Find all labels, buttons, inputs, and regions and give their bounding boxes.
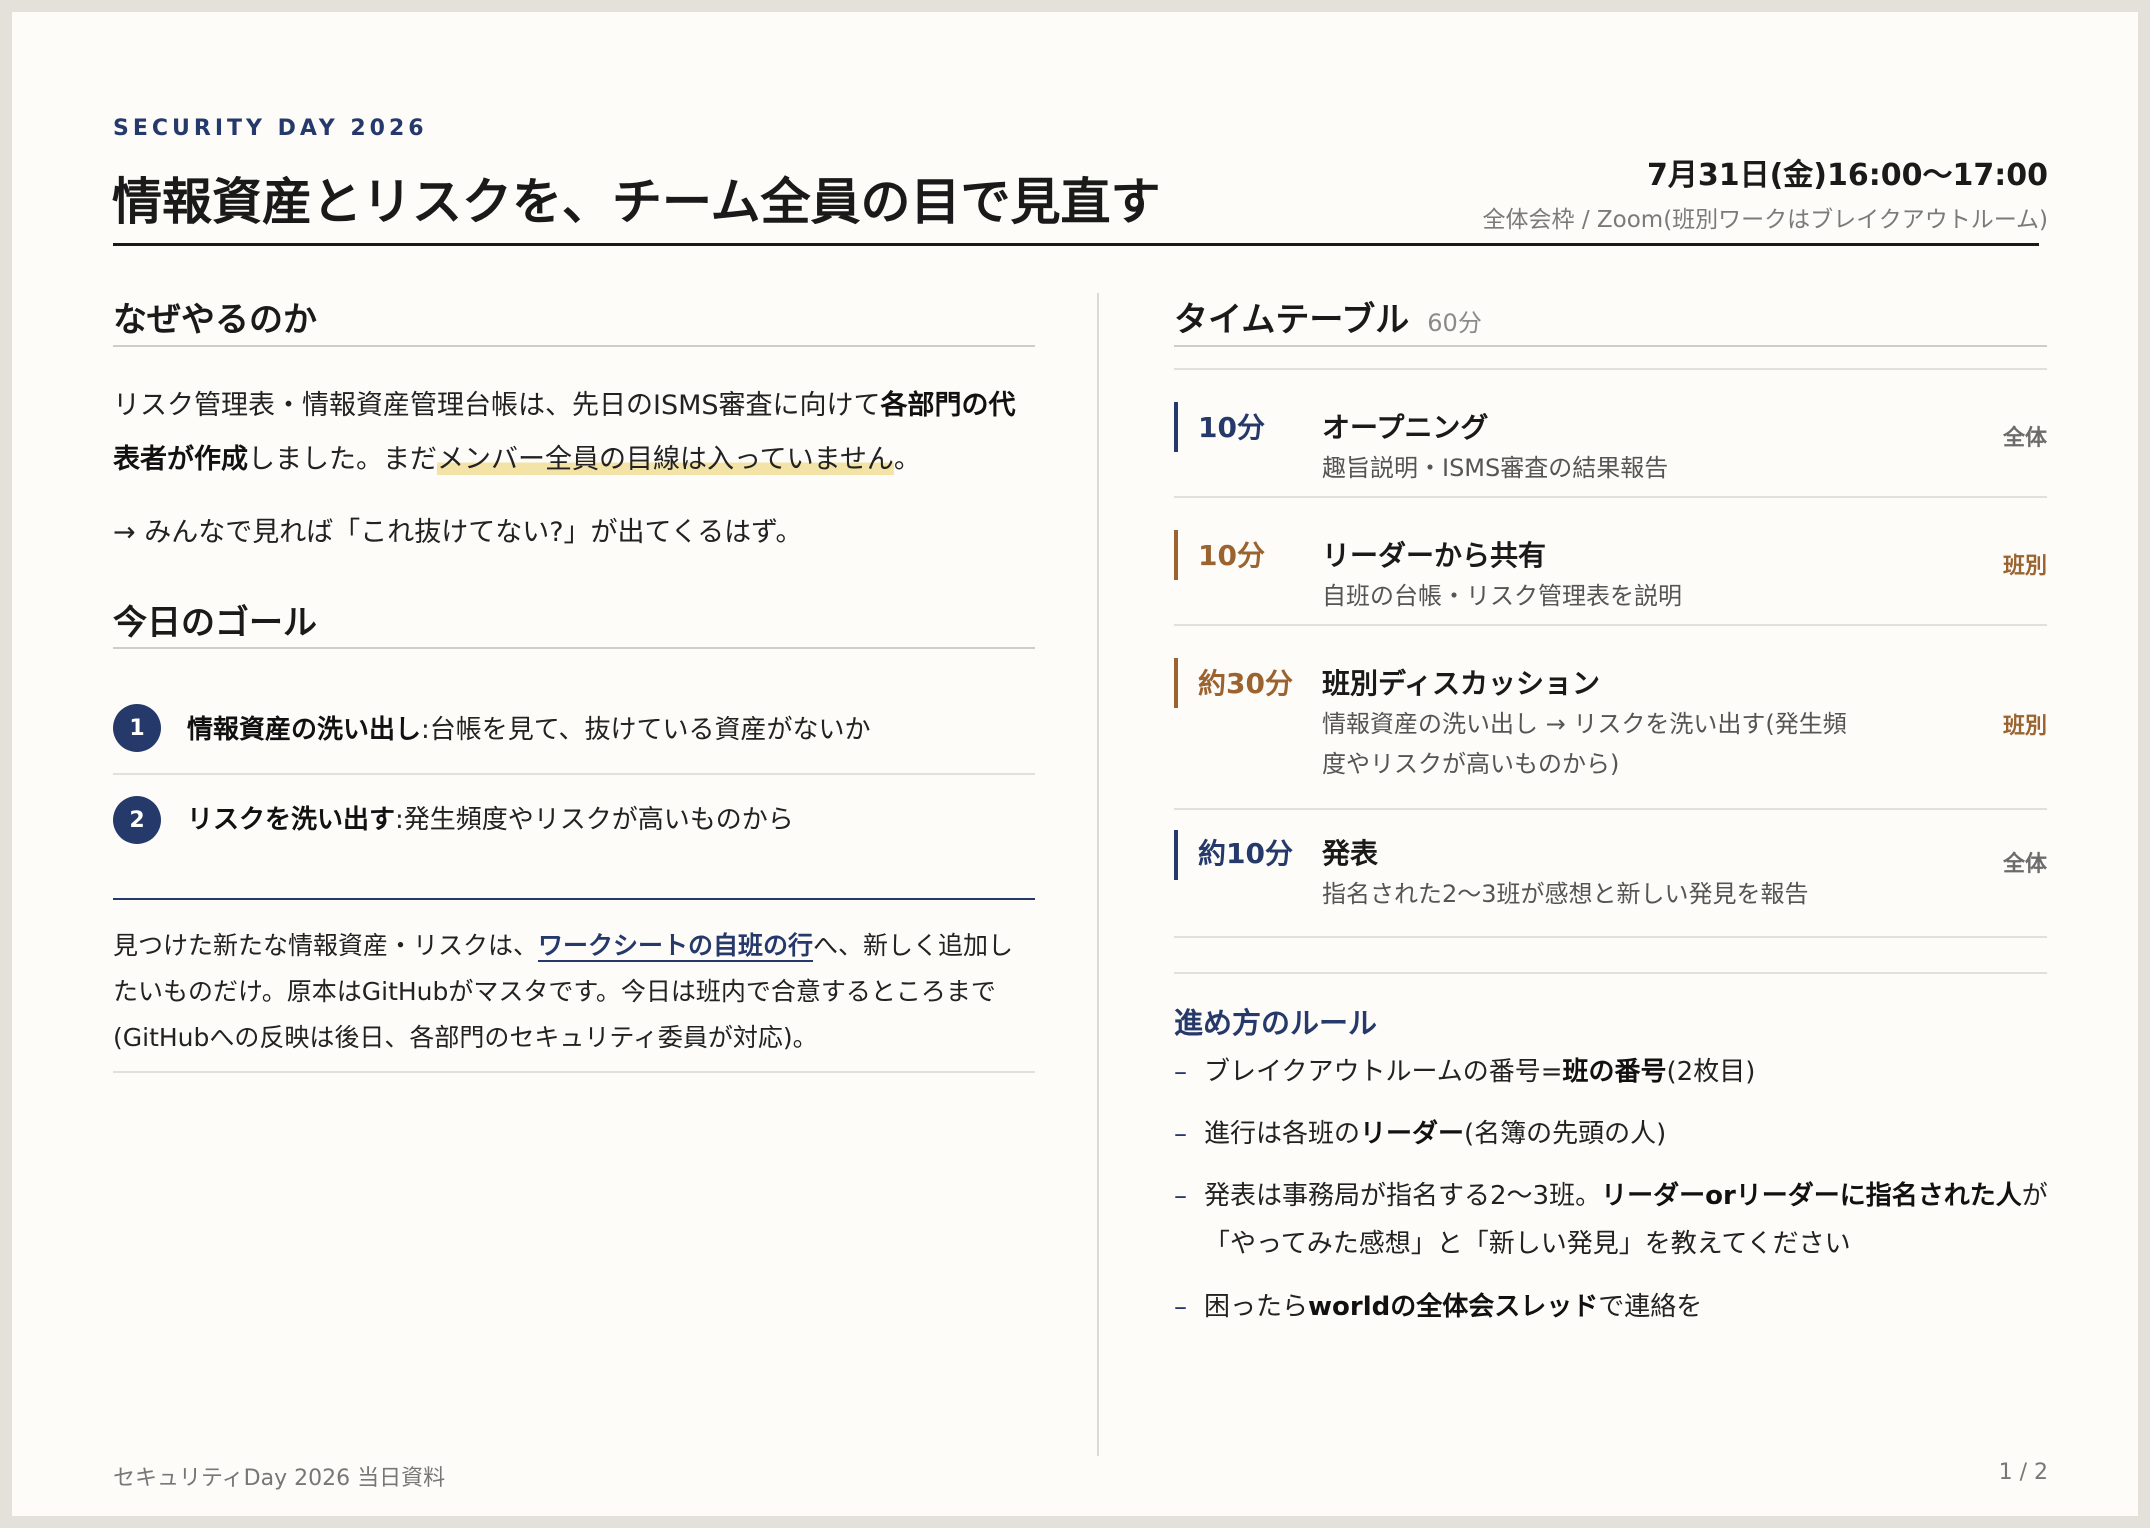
rules-top-rule bbox=[1174, 972, 2047, 974]
goal-item-detail: :台帳を見て、抜けている資産がないか bbox=[421, 715, 871, 745]
event-venue: 全体会枠 / Zoom(班別ワークはブレイクアウトルーム) bbox=[1482, 207, 2048, 233]
row-title: オープニング bbox=[1322, 411, 1489, 444]
timetable-heading: タイムテーブル 60分 bbox=[1174, 292, 1482, 341]
rule-text-a: 進行は各班の bbox=[1204, 1119, 1361, 1149]
column-divider bbox=[1097, 293, 1099, 1456]
why-text-highlight: メンバー全員の目線は入っていません bbox=[437, 444, 894, 475]
goal-item-title: リスクを洗い出す bbox=[187, 805, 396, 835]
row-description: 自班の台帳・リスク管理表を説明 bbox=[1322, 582, 1682, 610]
timetable-heading-rule bbox=[1174, 345, 2047, 347]
why-heading: なぜやるのか bbox=[113, 300, 317, 340]
note-top-rule bbox=[113, 898, 1035, 900]
goal-item-title: 情報資産の洗い出し bbox=[187, 715, 422, 745]
dash-icon: – bbox=[1174, 1119, 1187, 1149]
row-accent-bar bbox=[1174, 830, 1178, 880]
rule-text-bold: リーダー bbox=[1360, 1119, 1465, 1149]
footer-document-title: セキュリティDay 2026 当日資料 bbox=[113, 1466, 446, 1491]
row-duration: 10分 bbox=[1198, 411, 1265, 444]
event-datetime: 7月31日(金)16:00〜17:00 bbox=[1646, 158, 2048, 193]
row-duration: 約30分 bbox=[1198, 667, 1293, 700]
rule-item: – 発表は事務局が指名する2〜3班。リーダーorリーダーに指名された人が「やって… bbox=[1174, 1172, 2054, 1268]
dash-icon: – bbox=[1174, 1292, 1187, 1322]
why-paragraph: リスク管理表・情報資産管理台帳は、先日のISMS審査に向けて各部門の代表者が作成… bbox=[113, 379, 1035, 487]
dash-icon: – bbox=[1174, 1057, 1187, 1087]
timetable-title: タイムテーブル bbox=[1174, 300, 1410, 340]
worksheet-note: 見つけた新たな情報資産・リスクは、ワークシートの自班の行へ、新しく追加したいもの… bbox=[113, 923, 1035, 1061]
timetable-row: 約10分 発表 指名された2〜3班が感想と新しい発見を報告 全体 bbox=[1174, 808, 2047, 936]
rule-item: – 困ったらworldの全体会スレッドで連絡を bbox=[1174, 1283, 2054, 1331]
note-bottom-rule bbox=[113, 1071, 1035, 1073]
goals-heading: 今日のゴール bbox=[113, 603, 317, 643]
rule-item: – ブレイクアウトルームの番号=班の番号(2枚目) bbox=[1174, 1048, 2054, 1096]
row-accent-bar bbox=[1174, 658, 1178, 708]
goal-number-badge: 2 bbox=[113, 796, 161, 844]
rule-text-bold: リーダーorリーダーに指名された人 bbox=[1601, 1181, 2022, 1211]
note-text-a: 見つけた新たな情報資産・リスクは、 bbox=[113, 931, 539, 960]
page-title: 情報資産とリスクを、チーム全員の目で見直す bbox=[112, 173, 1161, 231]
why-heading-rule bbox=[113, 345, 1035, 347]
row-scope-tag: 班別 bbox=[2002, 714, 2047, 739]
rule-text-a: ブレイクアウトルームの番号= bbox=[1204, 1057, 1563, 1087]
row-duration: 約10分 bbox=[1198, 837, 1293, 870]
timetable-row: 10分 オープニング 趣旨説明・ISMS審査の結果報告 全体 bbox=[1174, 368, 2047, 496]
goal-divider bbox=[113, 773, 1035, 775]
rule-text-b: で連絡を bbox=[1598, 1292, 1703, 1322]
page-number: 1 / 2 bbox=[1998, 1460, 2048, 1485]
row-scope-tag: 全体 bbox=[2002, 852, 2047, 877]
timetable-total: 60分 bbox=[1427, 309, 1482, 337]
goal-item: リスクを洗い出す:発生頻度やリスクが高いものから bbox=[187, 799, 794, 836]
row-title: 班別ディスカッション bbox=[1322, 667, 1601, 700]
why-text-b: しました。まだ bbox=[248, 444, 437, 475]
document-page: SECURITY DAY 2026 情報資産とリスクを、チーム全員の目で見直す … bbox=[12, 12, 2138, 1516]
goal-number-badge: 1 bbox=[113, 704, 161, 752]
row-description: 趣旨説明・ISMS審査の結果報告 bbox=[1322, 454, 1669, 482]
goals-heading-rule bbox=[113, 647, 1035, 649]
dash-icon: – bbox=[1174, 1181, 1187, 1211]
row-description: 指名された2〜3班が感想と新しい発見を報告 bbox=[1322, 880, 1809, 908]
row-accent-bar bbox=[1174, 402, 1178, 452]
row-scope-tag: 班別 bbox=[2002, 554, 2047, 579]
rules-heading: 進め方のルール bbox=[1174, 1006, 1378, 1040]
header-divider bbox=[113, 243, 2039, 246]
row-duration: 10分 bbox=[1198, 539, 1265, 572]
row-title: 発表 bbox=[1322, 837, 1379, 870]
why-text-a: リスク管理表・情報資産管理台帳は、先日のISMS審査に向けて bbox=[113, 390, 881, 421]
worksheet-row-link[interactable]: ワークシートの自班の行 bbox=[538, 931, 814, 962]
row-scope-tag: 全体 bbox=[2002, 426, 2047, 451]
rule-item: – 進行は各班のリーダー(名簿の先頭の人) bbox=[1174, 1110, 2054, 1158]
rule-text-b: (名簿の先頭の人) bbox=[1464, 1119, 1667, 1149]
row-title: リーダーから共有 bbox=[1322, 539, 1547, 572]
timetable-row-divider bbox=[1174, 936, 2047, 938]
goal-item-detail: :発生頻度やリスクが高いものから bbox=[395, 805, 794, 835]
rule-text-bold: worldの全体会スレッド bbox=[1308, 1292, 1599, 1322]
row-description: 情報資産の洗い出し → リスクを洗い出す(発生頻度やリスクが高いものから) bbox=[1322, 710, 1847, 778]
goal-item: 情報資産の洗い出し:台帳を見て、抜けている資産がないか bbox=[187, 709, 870, 746]
rule-text-bold: 班の番号 bbox=[1562, 1057, 1667, 1087]
rule-text-a: 発表は事務局が指名する2〜3班。 bbox=[1204, 1181, 1602, 1211]
row-accent-bar bbox=[1174, 530, 1178, 580]
timetable-row: 10分 リーダーから共有 自班の台帳・リスク管理表を説明 班別 bbox=[1174, 496, 2047, 624]
timetable-row: 約30分 班別ディスカッション 情報資産の洗い出し → リスクを洗い出す(発生頻… bbox=[1174, 624, 2047, 808]
rule-text-a: 困ったら bbox=[1204, 1292, 1309, 1322]
event-eyebrow: SECURITY DAY 2026 bbox=[113, 116, 428, 141]
why-text-c: 。 bbox=[893, 444, 921, 475]
why-arrow-line: → みんなで見れば「これ抜けてない?」が出てくるはず。 bbox=[113, 517, 803, 548]
rule-text-b: (2枚目) bbox=[1666, 1057, 1756, 1087]
